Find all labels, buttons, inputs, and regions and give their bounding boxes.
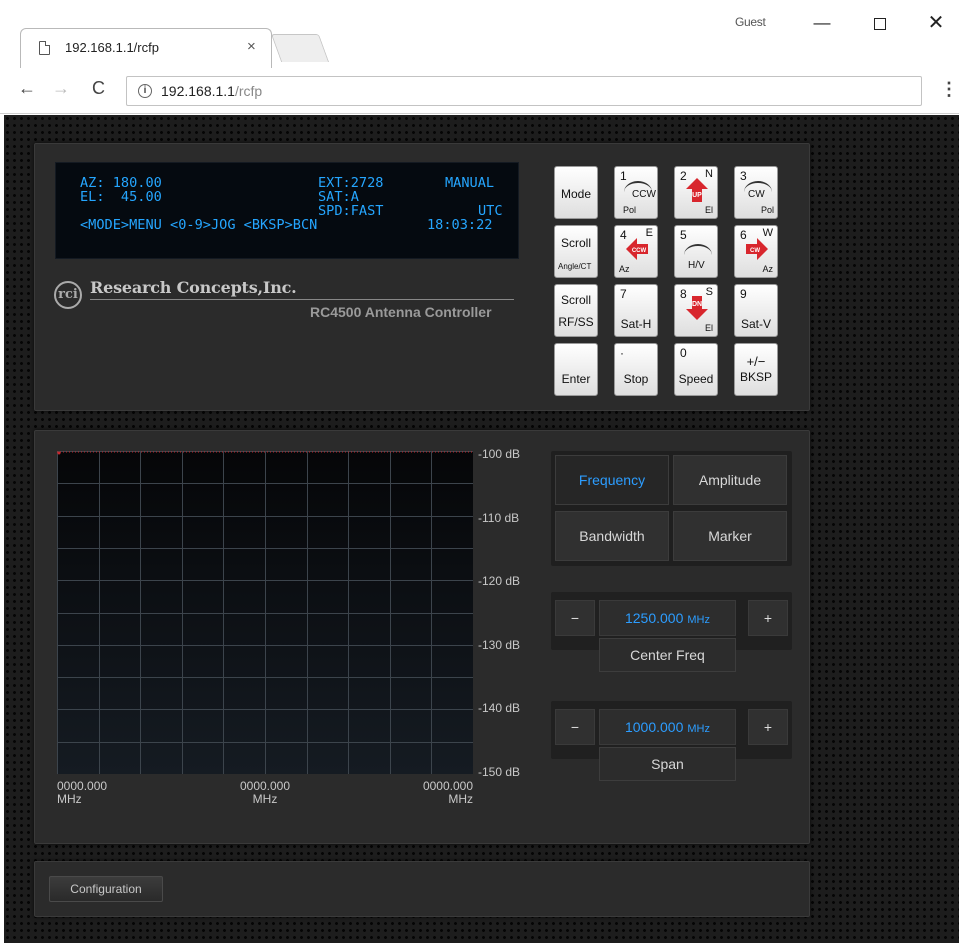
cw-pol-key[interactable]: 3 CW Pol: [734, 166, 778, 219]
url-text: 192.168.1.1/rcfp: [161, 83, 263, 99]
span-label[interactable]: Span: [599, 747, 736, 781]
x-tick-label: 0000.000 MHz: [57, 779, 108, 806]
marker-dot: [57, 451, 61, 455]
forward-button[interactable]: →: [52, 78, 70, 99]
lcd-ext: EXT:2728: [318, 175, 384, 191]
y-tick-label: -140 dB: [478, 701, 521, 715]
reload-button[interactable]: C: [92, 78, 105, 99]
svg-text:CW: CW: [750, 248, 760, 254]
footer-panel: Configuration: [34, 861, 810, 917]
y-tick-label: -120 dB: [478, 574, 521, 588]
left-arrow-icon: CCW: [626, 238, 648, 260]
cw-az-key[interactable]: 6 W CW Az: [734, 225, 778, 278]
controller-panel: AZ: 180.00 EXT:2728 MANUAL EL: 45.00 SAT…: [34, 143, 810, 411]
center-freq-label[interactable]: Center Freq: [599, 638, 736, 672]
center-freq-value[interactable]: 1250.000 MHz: [599, 600, 736, 636]
configuration-button[interactable]: Configuration: [49, 876, 163, 902]
span-plus-button[interactable]: +: [748, 709, 788, 745]
ccw-az-key[interactable]: 4 E CCW Az: [614, 225, 658, 278]
tab-marker[interactable]: Marker: [673, 511, 787, 561]
lcd-utc: UTC: [478, 203, 503, 219]
lcd-sat: SAT:A: [318, 189, 359, 205]
spectrum-plot: [57, 451, 473, 774]
lcd-mode: MANUAL: [445, 175, 495, 191]
company-logo: rci: [54, 281, 82, 309]
lcd-el: EL: 45.00: [80, 189, 162, 205]
hv-key[interactable]: 5 H/V: [674, 225, 718, 278]
scroll-down-key[interactable]: Scroll RF/SS: [554, 284, 598, 337]
svg-text:CCW: CCW: [632, 248, 647, 254]
product-name: RC4500 Antenna Controller: [310, 304, 492, 320]
page-background: AZ: 180.00 EXT:2728 MANUAL EL: 45.00 SAT…: [4, 115, 959, 943]
lcd-az: AZ: 180.00: [80, 175, 162, 191]
close-window-button[interactable]: ✕: [916, 8, 956, 38]
tab-title: 192.168.1.1/rcfp: [65, 40, 159, 55]
browser-toolbar: ← → C i 192.168.1.1/rcfp ⋮: [0, 68, 959, 114]
right-arrow-icon: CW: [746, 238, 768, 260]
spectrum-panel: -100 dB -110 dB -120 dB -130 dB -140 dB -150 …: [34, 430, 810, 844]
y-tick-label: -100 dB: [478, 447, 521, 461]
center-freq-minus-button[interactable]: −: [555, 600, 595, 636]
enter-key[interactable]: Enter: [554, 343, 598, 396]
stop-key[interactable]: · Stop: [614, 343, 658, 396]
new-tab-button[interactable]: [270, 34, 330, 62]
span-minus-button[interactable]: −: [555, 709, 595, 745]
info-icon[interactable]: i: [138, 84, 152, 98]
profile-label[interactable]: Guest: [735, 15, 766, 29]
down-arrow-icon: DN: [686, 296, 708, 320]
scroll-up-key[interactable]: Scroll Angle/CT: [554, 225, 598, 278]
x-tick-label: 0000.000 MHz: [239, 779, 291, 806]
tab-amplitude[interactable]: Amplitude: [673, 455, 787, 505]
lcd-display: AZ: 180.00 EXT:2728 MANUAL EL: 45.00 SAT…: [55, 162, 519, 259]
spectrum-chart: [57, 451, 473, 774]
y-tick-label: -150 dB: [478, 764, 521, 779]
x-tick-label: 0000.000 MHz: [422, 779, 473, 806]
maximize-icon: [874, 17, 886, 30]
svg-text:UP: UP: [692, 192, 702, 199]
sat-h-key[interactable]: 7 Sat-H: [614, 284, 658, 337]
tab-bandwidth[interactable]: Bandwidth: [555, 511, 669, 561]
lcd-speed: SPD:FAST: [318, 203, 384, 219]
analyzer-tabs: Frequency Amplitude Bandwidth Marker: [551, 451, 792, 566]
lcd-help: <MODE>MENU <0-9>JOG <BKSP>BCN: [80, 217, 318, 233]
page-icon: [39, 41, 50, 55]
ccw-pol-key[interactable]: 1 CCW Pol: [614, 166, 658, 219]
back-button[interactable]: ←: [18, 78, 36, 99]
tab-close-icon[interactable]: ×: [247, 38, 256, 55]
minimize-button[interactable]: —: [802, 8, 842, 38]
browser-tab[interactable]: 192.168.1.1/rcfp ×: [20, 28, 272, 68]
mode-key[interactable]: Mode: [554, 166, 598, 219]
y-tick-label: -130 dB: [478, 637, 521, 652]
logo-divider: [90, 299, 514, 300]
browser-menu-button[interactable]: ⋮: [940, 79, 958, 100]
y-tick-label: -110 dB: [478, 510, 520, 525]
company-name: Research Concepts,Inc.: [90, 278, 297, 297]
address-bar[interactable]: i 192.168.1.1/rcfp: [126, 76, 922, 106]
tab-frequency[interactable]: Frequency: [555, 455, 669, 505]
speed-key[interactable]: 0 Speed: [674, 343, 718, 396]
lcd-time: 18:03:22: [427, 217, 493, 233]
sat-v-key[interactable]: 9 Sat-V: [734, 284, 778, 337]
browser-title-bar: 192.168.1.1/rcfp × Guest — ✕: [0, 0, 959, 68]
down-el-key[interactable]: 8 S DN El: [674, 284, 718, 337]
up-el-key[interactable]: 2 N UP El: [674, 166, 718, 219]
span-value[interactable]: 1000.000 MHz: [599, 709, 736, 745]
maximize-button[interactable]: [860, 8, 900, 38]
bksp-key[interactable]: +/− BKSP: [734, 343, 778, 396]
center-freq-plus-button[interactable]: +: [748, 600, 788, 636]
svg-text:DN: DN: [692, 301, 702, 308]
up-arrow-icon: UP: [686, 178, 708, 202]
